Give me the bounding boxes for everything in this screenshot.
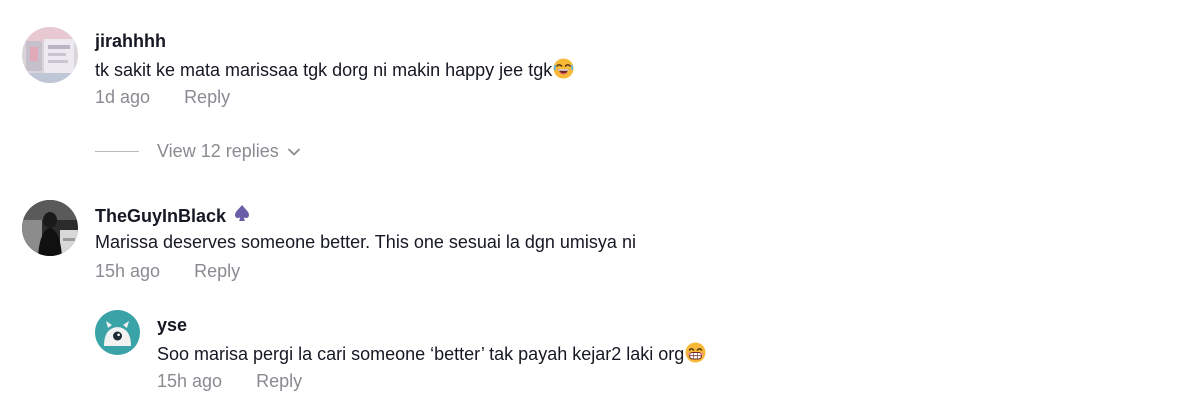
reply-button[interactable]: Reply xyxy=(184,87,230,107)
spade-icon xyxy=(233,204,251,227)
comment-text-content: Marissa deserves someone better. This on… xyxy=(95,232,636,252)
avatar[interactable] xyxy=(22,27,78,83)
laughing-face-emoji-icon xyxy=(553,58,574,84)
comment-text: Soo marisa pergi la cari someone ‘better… xyxy=(157,342,706,368)
avatar[interactable] xyxy=(95,310,140,355)
username-label[interactable]: TheGuyInBlack xyxy=(95,205,226,227)
comment-text-content: tk sakit ke mata marissaa tgk dorg ni ma… xyxy=(95,60,553,80)
comment-text-content: Soo marisa pergi la cari someone ‘better… xyxy=(157,344,685,364)
view-replies-button[interactable]: View 12 replies xyxy=(95,140,301,162)
view-replies-label[interactable]: View 12 replies xyxy=(157,140,279,162)
username-label[interactable]: jirahhhh xyxy=(95,30,166,52)
divider-line xyxy=(95,150,139,152)
reply-button[interactable]: Reply xyxy=(256,371,302,391)
username[interactable]: yse xyxy=(157,314,187,336)
username[interactable]: TheGuyInBlack xyxy=(95,204,251,227)
username[interactable]: jirahhhh xyxy=(95,30,166,52)
avatar[interactable] xyxy=(22,200,78,256)
username-label[interactable]: yse xyxy=(157,314,187,336)
timestamp: 15h ago xyxy=(95,261,161,281)
comment-text: Marissa deserves someone better. This on… xyxy=(95,231,636,253)
grinning-face-emoji-icon xyxy=(685,342,706,368)
comment-text: tk sakit ke mata marissaa tgk dorg ni ma… xyxy=(95,58,574,84)
comment-meta: 1d ago Reply xyxy=(95,86,230,108)
timestamp: 1d ago xyxy=(95,87,151,107)
timestamp: 15h ago xyxy=(157,371,223,391)
comment-meta: 15h ago Reply xyxy=(95,260,240,282)
comment-meta: 15h ago Reply xyxy=(157,370,302,392)
reply-button[interactable]: Reply xyxy=(194,261,240,281)
chevron-down-icon[interactable] xyxy=(287,140,301,162)
